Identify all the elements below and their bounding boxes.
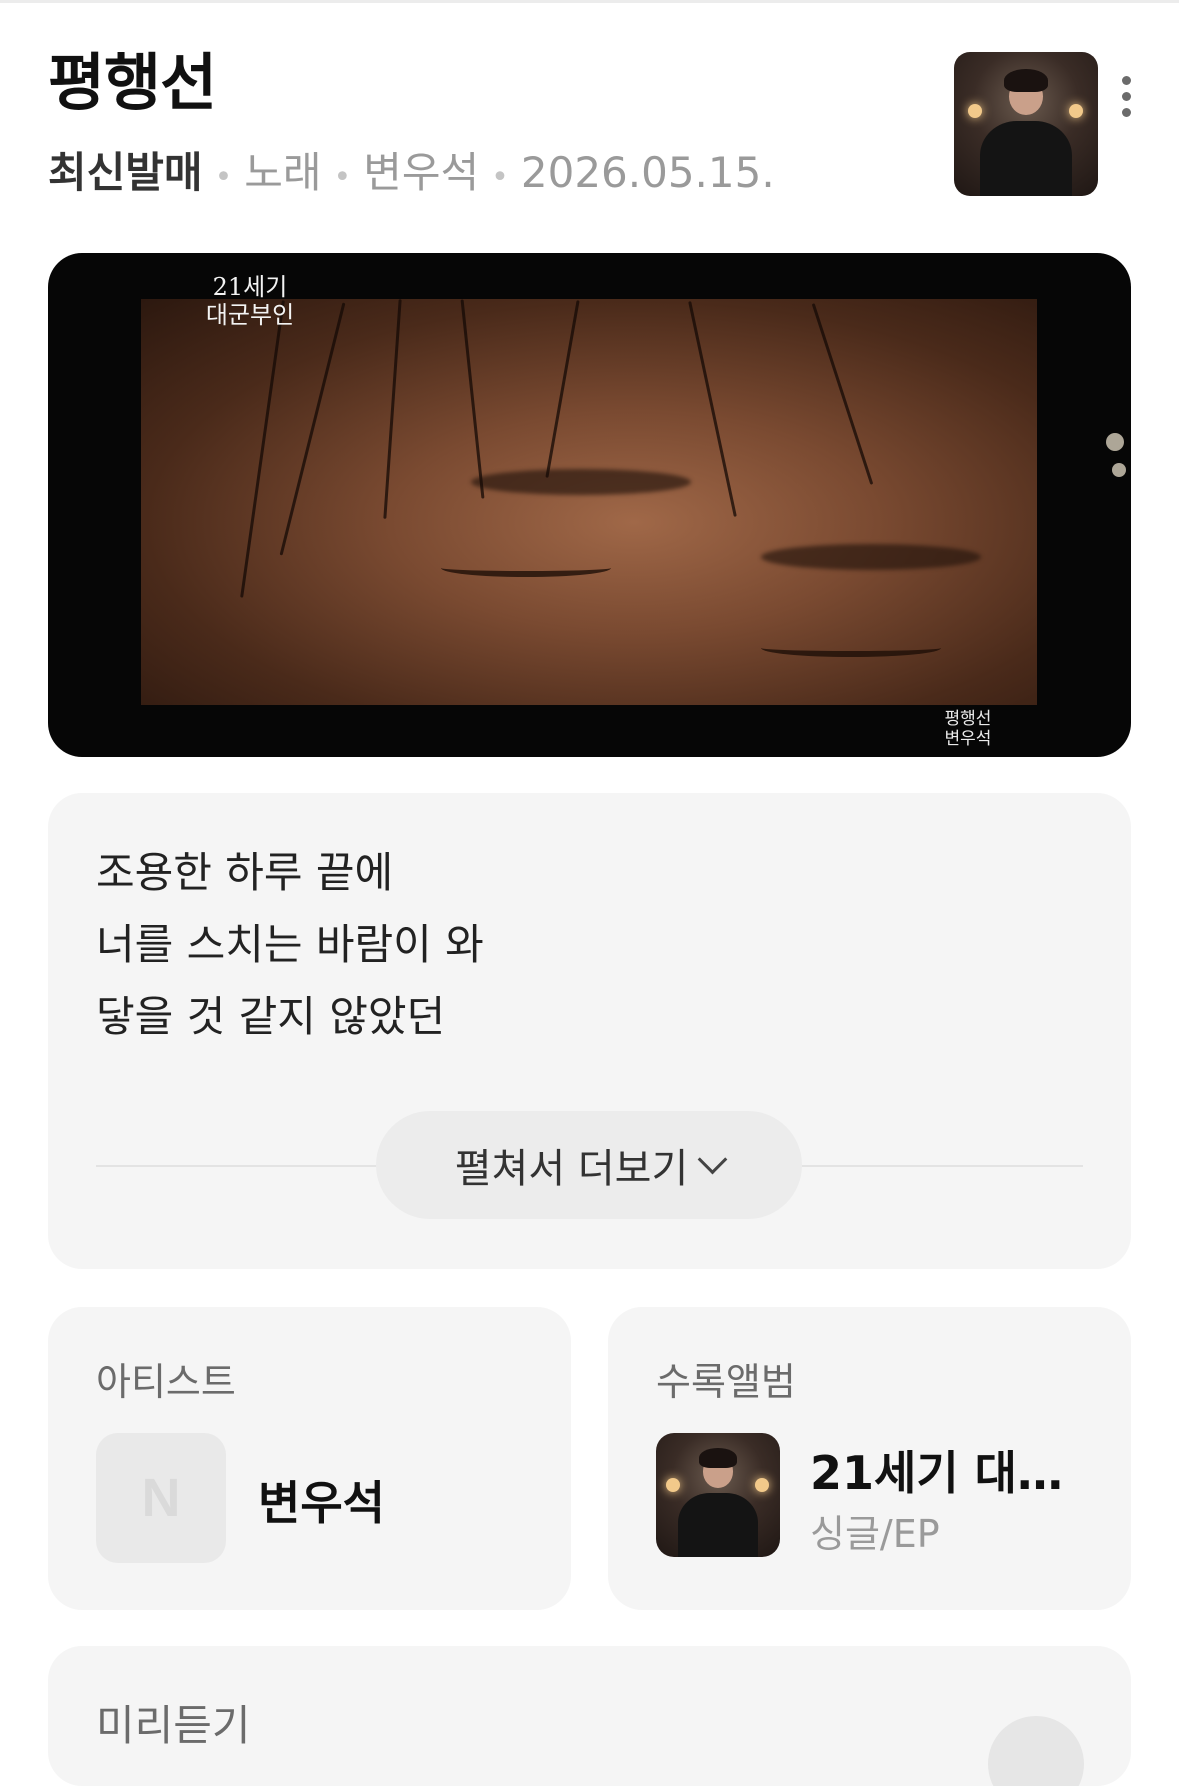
- album-cover: [656, 1433, 780, 1557]
- album-card-heading: 수록앨범: [656, 1360, 796, 1404]
- video-hair-strand: [460, 299, 485, 499]
- song-artist[interactable]: 변우석: [363, 148, 479, 197]
- video-hair-strand: [688, 301, 737, 517]
- video-hair-strand: [811, 303, 874, 485]
- drama-logo: 21세기 대군부인: [205, 273, 295, 329]
- video-hair-strand: [279, 302, 346, 556]
- artist-name: 변우석: [258, 1476, 385, 1530]
- lyric-line: 너를 스치는 바람이 와: [96, 920, 484, 969]
- video-hair-strand: [383, 299, 402, 519]
- song-type: 노래: [244, 148, 322, 197]
- video-frame: [141, 299, 1037, 705]
- separator-dot: •: [214, 160, 233, 195]
- cover-figure-hair: [699, 1447, 737, 1468]
- video-hair-strand: [240, 300, 285, 598]
- cover-figure-body: [979, 121, 1073, 196]
- naver-placeholder-icon: N: [141, 1468, 181, 1528]
- chevron-down-icon: [697, 1144, 728, 1174]
- video-eye: [441, 559, 611, 577]
- cover-lamp: [1069, 103, 1084, 118]
- lyrics-card: 조용한 하루 끝에 너를 스치는 바람이 와 닿을 것 같지 않았던 펼쳐서 더…: [48, 793, 1131, 1269]
- separator-dot: •: [491, 160, 509, 195]
- top-divider: [0, 0, 1179, 3]
- expand-lyrics-button[interactable]: 펼쳐서 더보기: [376, 1111, 802, 1219]
- preview-card: 미리듣기: [48, 1646, 1131, 1786]
- video-brow: [761, 544, 981, 570]
- artist-card[interactable]: 아티스트 N 변우석: [48, 1307, 571, 1610]
- cover-figure-body: [678, 1492, 758, 1557]
- song-meta: 최신발매 • 노래 • 변우석 • 2026.05.15.: [48, 148, 775, 203]
- album-card[interactable]: 수록앨범 21세기 대… 싱글/EP: [608, 1307, 1131, 1610]
- lyrics-divider: [792, 1165, 1083, 1167]
- release-date: 2026.05.15.: [520, 148, 775, 197]
- cover-lamp: [665, 1477, 680, 1492]
- lyric-line: 닿을 것 같지 않았던: [96, 992, 446, 1041]
- video-bokeh: [1106, 433, 1124, 451]
- cover-lamp: [755, 1477, 770, 1492]
- more-options-icon[interactable]: [1114, 76, 1138, 124]
- lyric-line: 조용한 하루 끝에: [96, 848, 394, 897]
- song-title: 평행선: [48, 46, 217, 119]
- album-type: 싱글/EP: [810, 1512, 940, 1556]
- album-title: 21세기 대…: [810, 1446, 1060, 1500]
- new-release-badge: 최신발매: [48, 148, 203, 197]
- expand-lyrics-label: 펼쳐서 더보기: [454, 1146, 689, 1192]
- video-eye: [761, 639, 941, 657]
- preview-heading: 미리듣기: [96, 1701, 251, 1750]
- preview-play-button[interactable]: [988, 1716, 1084, 1786]
- video-brow: [471, 469, 691, 495]
- separator-dot: •: [333, 160, 352, 195]
- cover-lamp: [968, 103, 983, 118]
- artist-avatar: N: [96, 1433, 226, 1563]
- music-video-player[interactable]: 21세기 대군부인 평행선 변우석: [48, 253, 1131, 757]
- album-cover-thumbnail[interactable]: [954, 52, 1098, 196]
- lyrics-divider: [96, 1165, 386, 1167]
- cover-figure-hair: [1004, 69, 1048, 93]
- video-bokeh: [1112, 463, 1126, 477]
- artist-card-heading: 아티스트: [96, 1360, 236, 1404]
- video-hair-strand: [545, 300, 580, 478]
- song-logo: 평행선 변우석: [944, 709, 992, 749]
